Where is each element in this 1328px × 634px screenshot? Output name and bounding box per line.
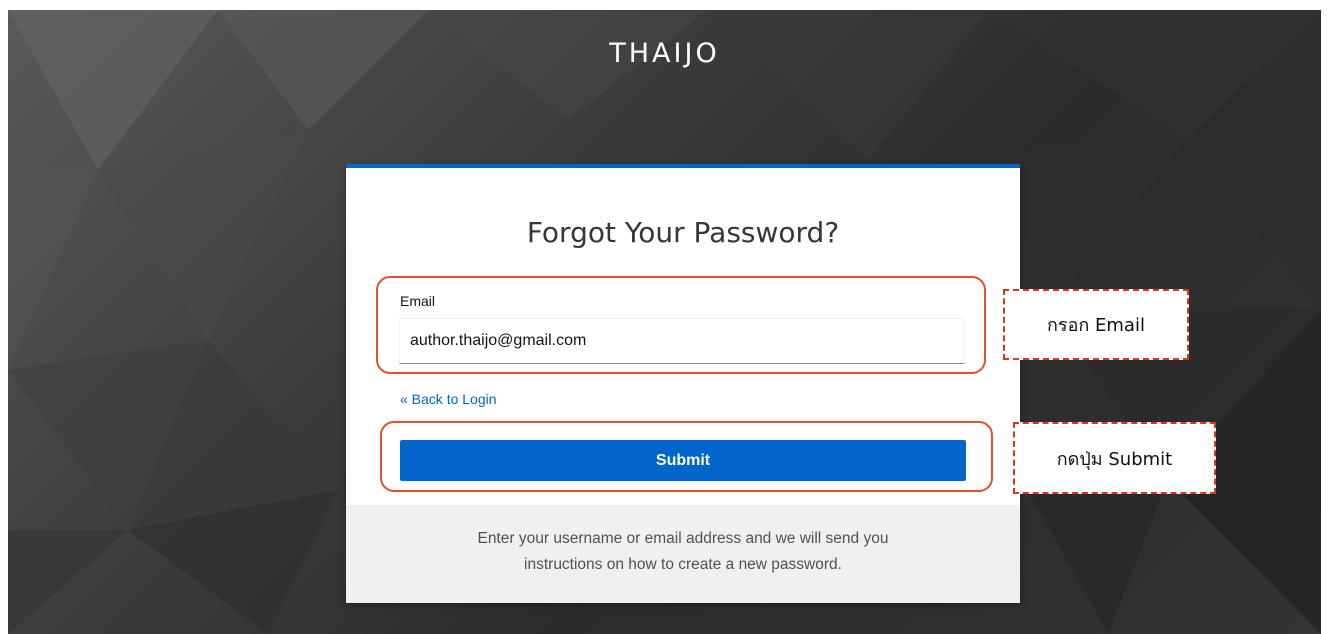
brand-title: THAIJO <box>609 38 720 69</box>
email-highlight-box <box>376 276 986 374</box>
instructions-line-1: Enter your username or email address and… <box>477 530 889 547</box>
email-callout: กรอก Email <box>1003 289 1189 360</box>
submit-highlight-box <box>380 421 993 492</box>
submit-callout: กดปุ่ม Submit <box>1013 422 1216 494</box>
instructions-line-2: instructions on how to create a new pass… <box>524 556 842 573</box>
forgot-password-card: Forgot Your Password? Email « Back to Lo… <box>346 164 1020 603</box>
back-to-login-link[interactable]: « Back to Login <box>400 391 497 407</box>
instructions-footer: Enter your username or email address and… <box>346 505 1020 603</box>
page-title: Forgot Your Password? <box>526 216 840 249</box>
